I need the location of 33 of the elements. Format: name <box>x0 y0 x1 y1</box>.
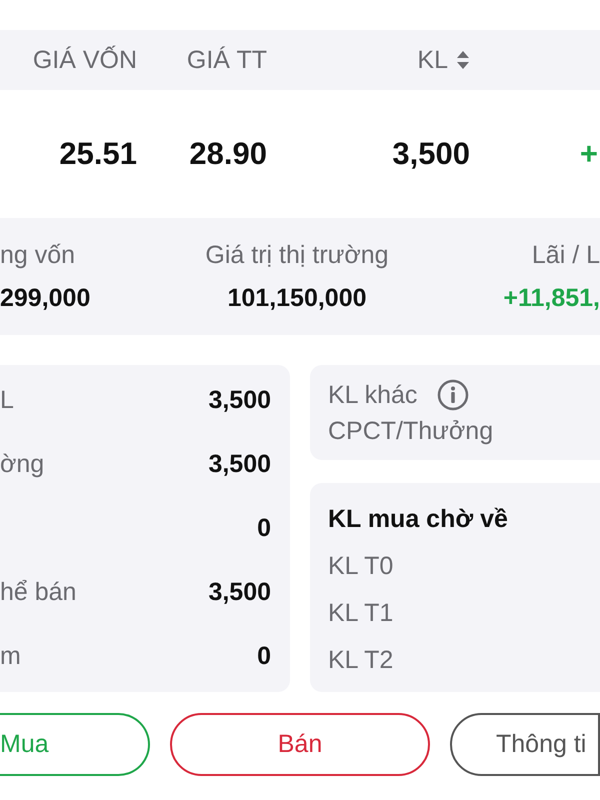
info-icon[interactable] <box>437 379 470 411</box>
summary-value: +11,851, <box>502 284 600 312</box>
table-cell-text: 3,500 <box>391 136 470 172</box>
card-item: KL T0 <box>328 552 394 581</box>
holding-label: hể bán <box>0 578 76 607</box>
sell-button[interactable]: Bán <box>170 713 430 776</box>
summary-label: ng vốn <box>0 240 76 270</box>
summary-value: 299,000 <box>0 284 92 312</box>
summary-value: 101,150,000 <box>226 284 368 312</box>
holding-value: 3,500 <box>208 386 271 416</box>
holding-label: ờng <box>0 450 44 480</box>
column-header[interactable]: KL <box>417 46 448 74</box>
holding-label: L <box>0 386 14 416</box>
table-cell-text: 28.90 <box>188 136 267 172</box>
holding-label: m <box>0 642 21 671</box>
info-button[interactable]: Thông ti <box>450 713 600 776</box>
holding-value: 0 <box>257 642 271 671</box>
table-cell-text: 25.51 <box>58 136 137 172</box>
column-header: GIÁ TT <box>186 46 267 74</box>
card-item: KL T1 <box>328 599 394 628</box>
column-header: GIÁ VỐN <box>32 46 137 74</box>
holding-value: 3,500 <box>208 578 271 607</box>
change-value: + <box>578 136 599 172</box>
card-title: KL mua chờ về <box>328 505 509 534</box>
sort-icon[interactable] <box>456 50 470 70</box>
card-title: KL khác <box>328 380 418 410</box>
holding-value: 0 <box>257 514 271 543</box>
holding-value: 3,500 <box>208 450 271 480</box>
card-item: KL T2 <box>328 646 394 675</box>
summary-label: Giá trị thị trường <box>204 240 390 270</box>
buy-button[interactable]: Mua <box>0 713 150 776</box>
card-item: CPCT/Thưởng <box>328 417 494 446</box>
summary-label: Lãi / L <box>530 240 600 270</box>
